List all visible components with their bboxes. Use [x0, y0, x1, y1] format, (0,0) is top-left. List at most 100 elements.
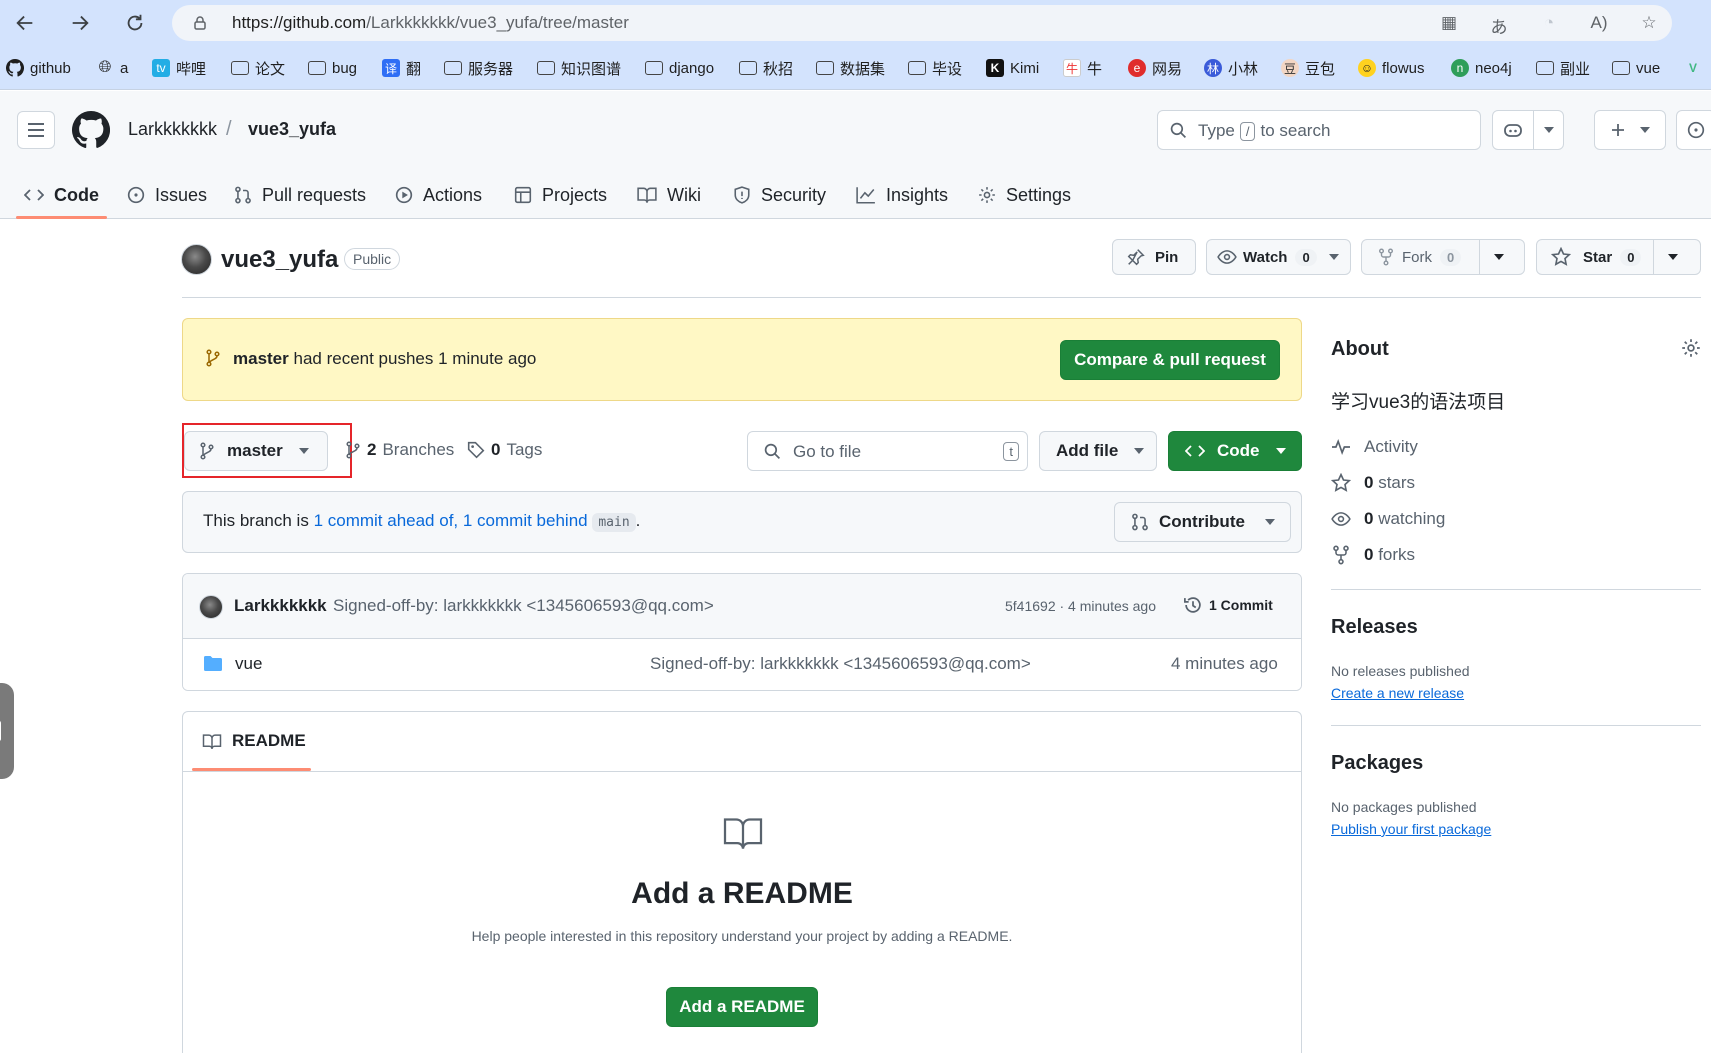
bookmark-bilibili[interactable]: tv 哔哩	[152, 56, 206, 80]
bookmark-folder-servers[interactable]: 服务器	[444, 56, 513, 80]
file-name[interactable]: vue	[235, 654, 262, 674]
read-aloud-icon[interactable]: A)	[1588, 13, 1610, 35]
contribute-button[interactable]: Contribute	[1114, 502, 1291, 542]
commits-ahead-link[interactable]: 1 commit ahead of,	[314, 511, 459, 530]
readme-panel: README Add a README Help people interest…	[182, 711, 1302, 1053]
apps-icon[interactable]: ▦	[1438, 13, 1460, 35]
packages-empty-text: No packages published	[1331, 799, 1477, 815]
back-button[interactable]	[8, 6, 42, 40]
breadcrumb-owner[interactable]: Larkkkkkkk	[128, 119, 217, 140]
bookmark-a[interactable]: 🌐︎ a	[96, 56, 129, 80]
tab-wiki[interactable]: Wiki	[637, 170, 701, 220]
bookmark-kimi[interactable]: K Kimi	[986, 56, 1039, 80]
activity-link[interactable]: Activity	[1331, 437, 1418, 457]
menu-button[interactable]	[17, 111, 55, 149]
add-readme-button[interactable]: Add a README	[666, 987, 818, 1027]
bookmark-xiaolin[interactable]: 林小林	[1204, 56, 1258, 80]
reload-button[interactable]	[118, 6, 152, 40]
active-tab-indicator	[16, 216, 107, 219]
tab-actions[interactable]: Actions	[395, 170, 482, 220]
bookmark-folder-datasets[interactable]: 数据集	[816, 56, 885, 80]
table-row[interactable]: vue Signed-off-by: larkkkkkkk <134560659…	[183, 639, 1301, 690]
tab-settings[interactable]: Settings	[978, 170, 1071, 220]
bookmark-folder-vue[interactable]: vue	[1612, 56, 1660, 80]
bookmark-translate[interactable]: 译翻	[382, 56, 421, 80]
go-to-file-input[interactable]: Go to file t	[747, 431, 1028, 471]
bookmark-flowus[interactable]: ☺ flowus	[1358, 56, 1425, 80]
commit-author[interactable]: Larkkkkkkk	[234, 596, 327, 616]
bookmark-folder-django[interactable]: django	[645, 56, 714, 80]
compare-pull-request-button[interactable]: Compare & pull request	[1060, 340, 1280, 380]
tab-insights[interactable]: Insights	[856, 170, 948, 220]
commit-author-avatar[interactable]	[199, 595, 223, 619]
watch-button[interactable]: Watch 0	[1206, 239, 1351, 275]
bookmark-label: 副业	[1560, 60, 1591, 78]
watching-link[interactable]: 0 watching	[1331, 509, 1445, 529]
base-branch-chip[interactable]: main	[592, 513, 636, 532]
gear-icon	[979, 187, 995, 203]
bookmark-github[interactable]: github	[6, 56, 71, 80]
bookmark-neo4j[interactable]: n neo4j	[1451, 56, 1512, 80]
copilot-button[interactable]	[1492, 110, 1564, 150]
table-icon	[514, 186, 532, 204]
issues-shortcut-button[interactable]	[1676, 110, 1711, 150]
repo-title[interactable]: vue3_yufa	[221, 246, 338, 274]
site-info-icon[interactable]	[192, 15, 208, 31]
create-release-link[interactable]: Create a new release	[1331, 685, 1464, 701]
commits-behind-link[interactable]: 1 commit behind	[463, 511, 588, 530]
tab-security[interactable]: Security	[733, 170, 826, 220]
bookmark-folder-bug[interactable]: bug	[308, 56, 357, 80]
code-dropdown-button[interactable]: Code	[1168, 431, 1302, 471]
github-logo[interactable]	[72, 111, 110, 149]
forks-link[interactable]: 0 forks	[1331, 545, 1415, 565]
stars-link[interactable]: 0 stars	[1331, 473, 1415, 493]
commit-message[interactable]: Signed-off-by: larkkkkkkk <1345606593@qq…	[333, 596, 714, 616]
bookmark-folder-papers[interactable]: 论文	[231, 56, 285, 80]
releases-heading[interactable]: Releases	[1331, 616, 1418, 639]
branches-link[interactable]: 2 Branches	[345, 440, 454, 460]
doubao-icon: 豆	[1281, 59, 1299, 77]
breadcrumb-repo[interactable]: vue3_yufa	[248, 119, 336, 140]
pin-button[interactable]: Pin	[1112, 239, 1196, 275]
tab-issues[interactable]: Issues	[127, 170, 207, 220]
bookmark-overflow[interactable]: V	[1684, 56, 1702, 80]
book-icon	[637, 187, 657, 203]
fork-button[interactable]: Fork 0	[1361, 239, 1525, 275]
translate-page-icon[interactable]: あ	[1488, 13, 1510, 37]
packages-heading[interactable]: Packages	[1331, 752, 1423, 775]
readme-tab[interactable]: README	[202, 731, 306, 751]
tab-projects[interactable]: Projects	[514, 170, 607, 220]
edge-extension-icon[interactable]: ◔	[1538, 13, 1560, 35]
bookmark-folder-kg[interactable]: 知识图谱	[537, 56, 621, 80]
tab-pull-requests[interactable]: Pull requests	[234, 170, 366, 220]
bookmark-niuke[interactable]: 牛牛	[1063, 56, 1102, 80]
add-file-button[interactable]: Add file	[1039, 431, 1157, 471]
file-commit-message[interactable]: Signed-off-by: larkkkkkkk <1345606593@qq…	[650, 654, 1031, 674]
bookmark-folder-qiuzhao[interactable]: 秋招	[739, 56, 793, 80]
search-input[interactable]: Type / to search	[1157, 110, 1481, 150]
tab-code[interactable]: Code	[24, 170, 99, 220]
bookmark-netease[interactable]: e 网易	[1128, 56, 1182, 80]
publish-package-link[interactable]: Publish your first package	[1331, 821, 1491, 837]
owner-avatar[interactable]	[181, 244, 212, 275]
star-button[interactable]: Star 0	[1536, 239, 1701, 275]
side-panel-handle[interactable]	[0, 683, 14, 779]
bookmark-folder-bishe[interactable]: 毕设	[908, 56, 962, 80]
create-new-button[interactable]	[1594, 110, 1666, 150]
bookmark-folder-fuye[interactable]: 副业	[1536, 56, 1590, 80]
tags-link[interactable]: 0 Tags	[467, 440, 542, 460]
bookmark-label: flowus	[1382, 59, 1425, 77]
bookmark-label: django	[669, 59, 715, 77]
forward-button[interactable]	[63, 6, 97, 40]
stars-count: 0	[1364, 473, 1374, 492]
pin-label: Pin	[1155, 248, 1179, 266]
folder-icon	[816, 61, 834, 75]
favorite-star-icon[interactable]: ☆	[1638, 13, 1660, 35]
commit-sha-time[interactable]: 5f41692 · 4 minutes ago	[1005, 598, 1156, 614]
address-bar[interactable]: https://github.com/Larkkkkkkk/vue3_yufa/…	[172, 5, 1672, 41]
commit-history-link[interactable]: 1 Commit	[1183, 595, 1273, 615]
folder-icon	[308, 61, 326, 75]
bookmark-doubao[interactable]: 豆豆包	[1281, 56, 1335, 80]
browser-toolbar: https://github.com/Larkkkkkkk/vue3_yufa/…	[0, 0, 1711, 46]
gear-icon[interactable]	[1681, 338, 1701, 358]
